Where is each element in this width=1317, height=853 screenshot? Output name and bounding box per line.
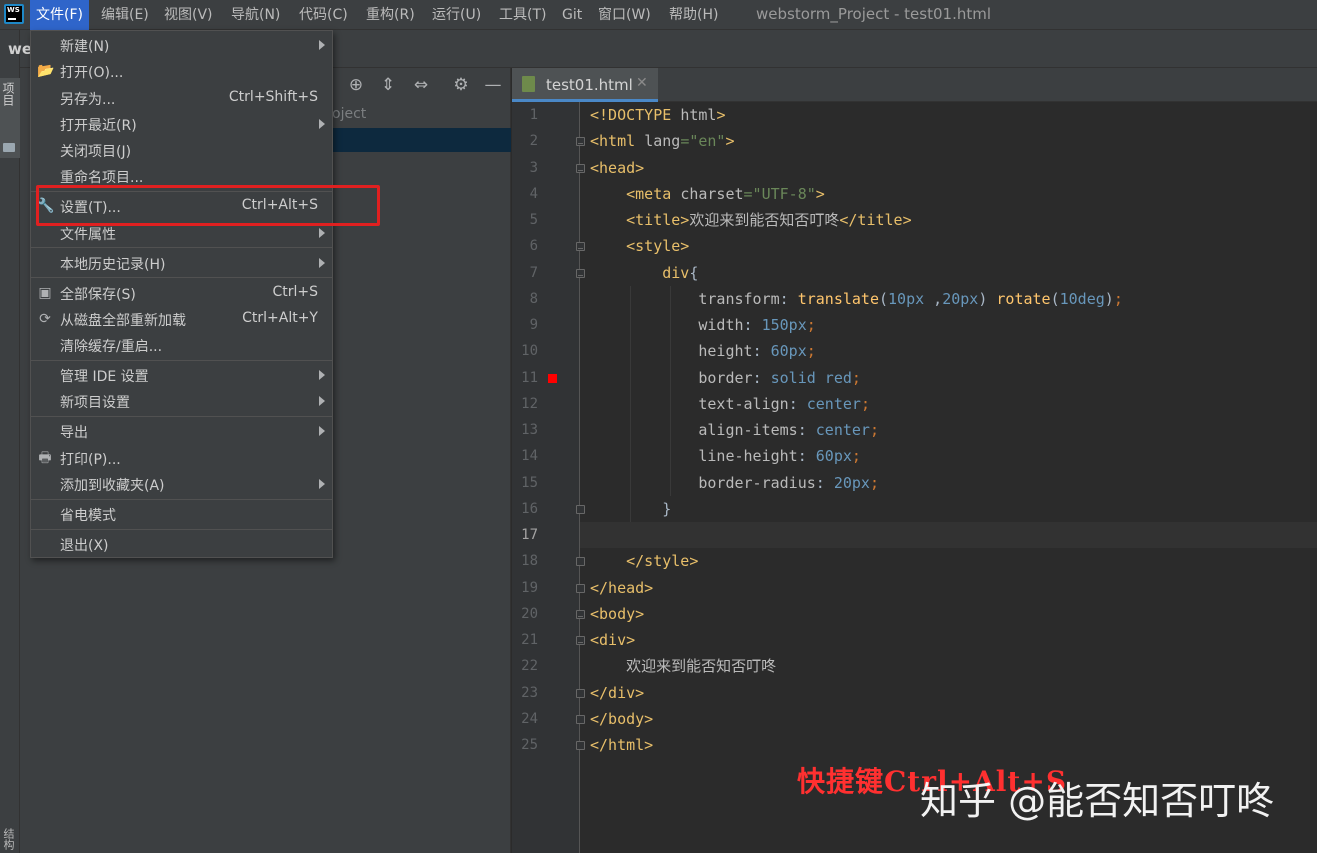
menu-item-label: 关闭项目(J) xyxy=(60,144,132,160)
folder-open-icon: 📂 xyxy=(37,63,55,79)
menu-item-label: 管理 IDE 设置 xyxy=(60,369,149,385)
menu-git[interactable]: Git xyxy=(556,0,588,30)
menu-file[interactable]: 文件(F) xyxy=(30,0,89,30)
menu-tools[interactable]: 工具(T) xyxy=(493,0,552,30)
menu-separator xyxy=(31,360,332,361)
menu-item-invalidate-caches[interactable]: 清除缓存/重启... xyxy=(31,333,332,359)
editor-tab-test01[interactable]: test01.html ✕ xyxy=(512,68,658,102)
submenu-arrow-icon xyxy=(319,40,325,50)
save-icon: ▣ xyxy=(38,285,52,301)
menu-item-new-project-settings[interactable]: 新项目设置 xyxy=(31,389,332,415)
minimize-icon[interactable]: — xyxy=(482,72,504,98)
menu-item-save-as[interactable]: 另存为... Ctrl+Shift+S xyxy=(31,86,332,112)
project-title[interactable]: we xyxy=(8,40,32,58)
code-line: 19 </head> xyxy=(521,579,654,597)
menu-item-label: 另存为... xyxy=(60,92,116,108)
crosshair-icon[interactable]: ⊕ xyxy=(345,72,367,98)
menu-item-label: 打印(P)... xyxy=(60,452,121,468)
menu-navigate[interactable]: 导航(N) xyxy=(225,0,286,30)
menu-separator xyxy=(31,247,332,248)
menu-item-label: 新项目设置 xyxy=(60,395,130,411)
menu-item-manage-ide-settings[interactable]: 管理 IDE 设置 xyxy=(31,363,332,389)
menu-item-add-to-favorites[interactable]: 添加到收藏夹(A) xyxy=(31,472,332,498)
menu-help[interactable]: 帮助(H) xyxy=(663,0,724,30)
menu-item-label: 省电模式 xyxy=(60,508,116,524)
menu-item-label: 清除缓存/重启... xyxy=(60,339,163,355)
menu-item-new[interactable]: 新建(N) xyxy=(31,33,332,59)
submenu-arrow-icon xyxy=(319,426,325,436)
menu-item-save-all[interactable]: ▣ 全部保存(S) Ctrl+S xyxy=(31,281,332,307)
code-line: 21 <div> xyxy=(521,631,636,649)
menu-bar: WS 文件(F) 编辑(E) 视图(V) 导航(N) 代码(C) 重构(R) 运… xyxy=(0,0,1317,30)
menu-item-label: 打开(O)... xyxy=(60,65,124,81)
menu-item-label: 文件属性 xyxy=(60,227,116,243)
menu-separator xyxy=(31,529,332,530)
menu-item-label: 退出(X) xyxy=(60,538,109,554)
submenu-arrow-icon xyxy=(319,370,325,380)
menu-separator xyxy=(31,499,332,500)
menu-item-power-save-mode[interactable]: 省电模式 xyxy=(31,502,332,528)
code-line: 22 欢迎来到能否知否叮咚 xyxy=(521,657,777,675)
collapse-all-icon[interactable]: ⇔ xyxy=(410,72,432,98)
print-icon: 🖶 xyxy=(38,450,52,466)
code-line: 20 <body> xyxy=(521,605,645,623)
code-line: 25 </html> xyxy=(521,736,654,754)
code-line: 23 </div> xyxy=(521,684,645,702)
gear-icon[interactable]: ⚙ xyxy=(450,72,472,98)
menu-view[interactable]: 视图(V) xyxy=(158,0,219,30)
menu-item-shortcut: Ctrl+S xyxy=(272,284,318,300)
menu-item-shortcut: Ctrl+Shift+S xyxy=(228,89,318,105)
menu-item-shortcut: Ctrl+Alt+Y xyxy=(242,310,318,326)
code-line: 24 </body> xyxy=(521,710,654,728)
window-title: webstorm_Project - test01.html xyxy=(756,5,992,23)
menu-item-exit[interactable]: 退出(X) xyxy=(31,532,332,558)
menu-separator xyxy=(31,416,332,417)
menu-item-open-recent[interactable]: 打开最近(R) xyxy=(31,112,332,138)
menu-item-print[interactable]: 🖶 打印(P)... xyxy=(31,446,332,472)
structure-tool-tab[interactable]: 结构 xyxy=(2,828,16,850)
menu-item-label: 全部保存(S) xyxy=(60,287,136,303)
menu-item-label: 打开最近(R) xyxy=(60,118,137,134)
editor-tab-label: test01.html xyxy=(546,76,633,94)
zhihu-watermark: 知乎 @能否知否叮咚 xyxy=(920,779,1275,823)
menu-edit[interactable]: 编辑(E) xyxy=(95,0,155,30)
menu-run[interactable]: 运行(U) xyxy=(426,0,487,30)
submenu-arrow-icon xyxy=(319,119,325,129)
editor-tab-bar: test01.html ✕ xyxy=(512,68,1317,102)
menu-window[interactable]: 窗口(W) xyxy=(592,0,657,30)
menu-item-reload-all[interactable]: ⟳ 从磁盘全部重新加载 Ctrl+Alt+Y xyxy=(31,307,332,333)
menu-item-label: 导出 xyxy=(60,425,88,441)
menu-separator xyxy=(31,277,332,278)
settings-highlight-box xyxy=(36,185,380,226)
menu-item-local-history[interactable]: 本地历史记录(H) xyxy=(31,251,332,277)
menu-code[interactable]: 代码(C) xyxy=(293,0,354,30)
webstorm-logo-icon: WS xyxy=(4,4,24,24)
menu-item-export[interactable]: 导出 xyxy=(31,419,332,445)
menu-item-label: 重命名项目... xyxy=(60,170,144,186)
menu-item-close-project[interactable]: 关闭项目(J) xyxy=(31,138,332,164)
submenu-arrow-icon xyxy=(319,258,325,268)
menu-refactor[interactable]: 重构(R) xyxy=(360,0,421,30)
menu-item-label: 新建(N) xyxy=(60,39,110,55)
submenu-arrow-icon xyxy=(319,228,325,238)
menu-item-open[interactable]: 📂 打开(O)... xyxy=(31,59,332,85)
color-swatch-red xyxy=(548,374,557,383)
menu-item-label: 本地历史记录(H) xyxy=(60,257,166,273)
menu-item-label: 添加到收藏夹(A) xyxy=(60,478,165,494)
file-menu-dropdown: 新建(N) 📂 打开(O)... 另存为... Ctrl+Shift+S 打开最近(… xyxy=(30,30,333,558)
reload-icon: ⟳ xyxy=(39,311,51,327)
html-file-icon xyxy=(522,76,535,92)
expand-all-icon[interactable]: ⇕ xyxy=(377,72,399,98)
close-icon[interactable]: ✕ xyxy=(636,75,648,91)
menu-item-label: 从磁盘全部重新加载 xyxy=(60,313,186,329)
submenu-arrow-icon xyxy=(319,396,325,406)
submenu-arrow-icon xyxy=(319,479,325,489)
